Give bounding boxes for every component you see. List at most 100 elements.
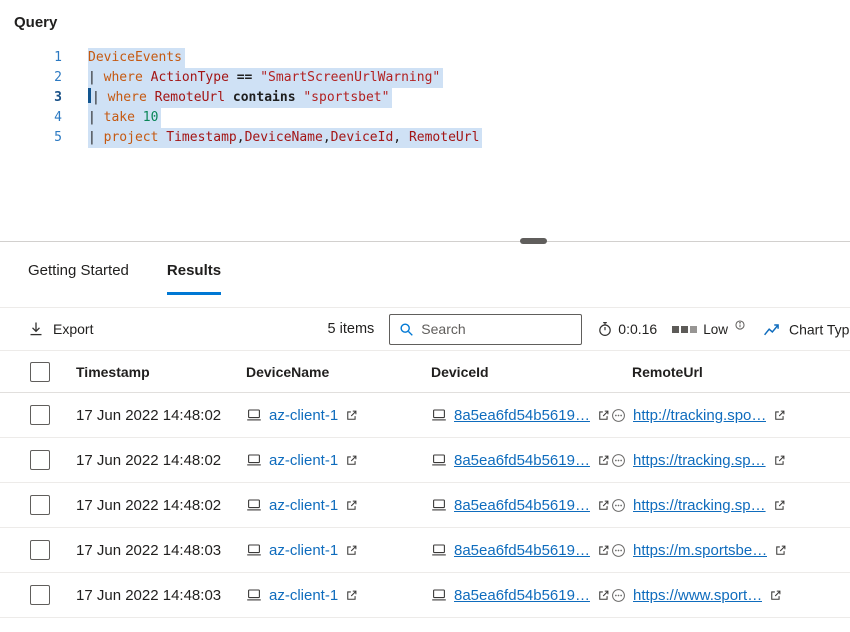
export-button[interactable]: Export bbox=[28, 321, 93, 337]
tab-results[interactable]: Results bbox=[166, 262, 222, 295]
export-label: Export bbox=[53, 321, 94, 337]
code-line[interactable]: 4 | take 10 bbox=[0, 108, 850, 128]
line-number: 4 bbox=[54, 110, 62, 125]
globe-icon bbox=[611, 588, 626, 603]
table-row[interactable]: 17 Jun 2022 14:48:02 az-client-1 8a5ea6fd5… bbox=[0, 393, 850, 438]
remote-url-link[interactable]: https://tracking.sp… bbox=[633, 497, 766, 514]
open-in-new-icon[interactable] bbox=[345, 589, 358, 602]
row-checkbox[interactable] bbox=[30, 540, 50, 560]
laptop-icon bbox=[431, 452, 447, 468]
row-checkbox[interactable] bbox=[30, 405, 50, 425]
open-in-new-icon[interactable] bbox=[773, 409, 786, 422]
duration-value: 0:0.16 bbox=[618, 321, 658, 337]
device-name-link[interactable]: az-client-1 bbox=[269, 587, 338, 604]
code-line[interactable]: 3 | where RemoteUrl contains "sportsbet" bbox=[0, 88, 850, 108]
table-header: Timestamp DeviceName DeviceId RemoteUrl bbox=[0, 351, 850, 393]
globe-icon bbox=[611, 498, 626, 513]
laptop-icon bbox=[246, 452, 262, 468]
table-row[interactable]: 17 Jun 2022 14:48:03 az-client-1 8a5ea6fd5… bbox=[0, 573, 850, 618]
device-id-link[interactable]: 8a5ea6fd54b5619… bbox=[454, 497, 590, 514]
laptop-icon bbox=[431, 587, 447, 603]
query-duration: 0:0.16 bbox=[597, 321, 657, 337]
open-in-new-icon[interactable] bbox=[597, 499, 610, 512]
query-editor-section: Query 1 DeviceEvents 2 | where ActionType =… bbox=[0, 0, 850, 244]
globe-icon bbox=[611, 453, 626, 468]
search-input[interactable] bbox=[421, 321, 573, 337]
code-line[interactable]: 1 DeviceEvents bbox=[0, 48, 850, 68]
row-checkbox[interactable] bbox=[30, 585, 50, 605]
timestamp-value: 17 Jun 2022 14:48:02 bbox=[76, 496, 222, 514]
line-number: 5 bbox=[54, 130, 62, 145]
device-id-link[interactable]: 8a5ea6fd54b5619… bbox=[454, 587, 590, 604]
timestamp-value: 17 Jun 2022 14:48:03 bbox=[76, 586, 222, 604]
open-in-new-icon[interactable] bbox=[769, 589, 782, 602]
open-in-new-icon[interactable] bbox=[773, 499, 786, 512]
open-in-new-icon[interactable] bbox=[773, 454, 786, 467]
chart-type-label: Chart Type bbox=[789, 321, 850, 337]
open-in-new-icon[interactable] bbox=[345, 409, 358, 422]
remote-url-link[interactable]: https://tracking.sp… bbox=[633, 452, 766, 469]
laptop-icon bbox=[246, 407, 262, 423]
table-row[interactable]: 17 Jun 2022 14:48:02 az-client-1 8a5ea6fd5… bbox=[0, 438, 850, 483]
table-row[interactable]: 17 Jun 2022 14:48:03 az-client-1 8a5ea6fd5… bbox=[0, 528, 850, 573]
select-all-checkbox[interactable] bbox=[30, 361, 50, 382]
items-count: 5 items bbox=[327, 321, 375, 337]
open-in-new-icon[interactable] bbox=[597, 544, 610, 557]
remote-url-link[interactable]: http://tracking.spo… bbox=[633, 407, 766, 424]
column-header-timestamp[interactable]: Timestamp bbox=[76, 364, 246, 380]
results-tabs: Getting Started Results bbox=[0, 242, 850, 295]
laptop-icon bbox=[246, 497, 262, 513]
device-id-link[interactable]: 8a5ea6fd54b5619… bbox=[454, 542, 590, 559]
column-header-remoteurl[interactable]: RemoteUrl bbox=[611, 364, 850, 380]
device-name-link[interactable]: az-client-1 bbox=[269, 497, 338, 514]
code-line[interactable]: 5 | project Timestamp,DeviceName,DeviceId… bbox=[0, 128, 850, 148]
open-in-new-icon[interactable] bbox=[597, 454, 610, 467]
results-toolbar: Export 5 items 0:0.16 Low Chart Type bbox=[0, 307, 850, 351]
query-section-title: Query bbox=[14, 14, 58, 31]
line-number: 1 bbox=[54, 50, 62, 65]
globe-icon bbox=[611, 408, 626, 423]
laptop-icon bbox=[431, 542, 447, 558]
device-name-link[interactable]: az-client-1 bbox=[269, 407, 338, 424]
open-in-new-icon[interactable] bbox=[345, 499, 358, 512]
kql-code-editor[interactable]: 1 DeviceEvents 2 | where ActionType == "Sma… bbox=[0, 48, 850, 148]
column-header-deviceid[interactable]: DeviceId bbox=[431, 364, 611, 380]
laptop-icon bbox=[246, 542, 262, 558]
results-table-body: 17 Jun 2022 14:48:02 az-client-1 8a5ea6fd5… bbox=[0, 393, 850, 618]
resource-usage-indicator: Low bbox=[672, 319, 745, 339]
device-id-link[interactable]: 8a5ea6fd54b5619… bbox=[454, 407, 590, 424]
code-line[interactable]: 2 | where ActionType == "SmartScreenUrlWa… bbox=[0, 68, 850, 88]
laptop-icon bbox=[246, 587, 262, 603]
line-chart-icon bbox=[763, 321, 780, 338]
device-id-link[interactable]: 8a5ea6fd54b5619… bbox=[454, 452, 590, 469]
laptop-icon bbox=[431, 407, 447, 423]
open-in-new-icon[interactable] bbox=[774, 544, 787, 557]
row-checkbox[interactable] bbox=[30, 495, 50, 515]
info-icon[interactable] bbox=[735, 319, 745, 330]
table-row[interactable]: 17 Jun 2022 14:48:02 az-client-1 8a5ea6fd5… bbox=[0, 483, 850, 528]
open-in-new-icon[interactable] bbox=[345, 544, 358, 557]
column-header-devicename[interactable]: DeviceName bbox=[246, 364, 431, 380]
device-name-link[interactable]: az-client-1 bbox=[269, 542, 338, 559]
chart-type-button[interactable]: Chart Type bbox=[763, 321, 850, 338]
stopwatch-icon bbox=[597, 321, 613, 337]
globe-icon bbox=[611, 543, 626, 558]
line-number: 2 bbox=[54, 70, 62, 85]
panel-resize-handle[interactable] bbox=[520, 238, 547, 244]
open-in-new-icon[interactable] bbox=[597, 409, 610, 422]
row-checkbox[interactable] bbox=[30, 450, 50, 470]
remote-url-link[interactable]: https://www.sport… bbox=[633, 587, 762, 604]
remote-url-link[interactable]: https://m.sportsbe… bbox=[633, 542, 767, 559]
open-in-new-icon[interactable] bbox=[345, 454, 358, 467]
device-name-link[interactable]: az-client-1 bbox=[269, 452, 338, 469]
tab-getting-started[interactable]: Getting Started bbox=[28, 262, 129, 295]
advanced-hunting-panel: Query 1 DeviceEvents 2 | where ActionType =… bbox=[0, 0, 850, 632]
open-in-new-icon[interactable] bbox=[597, 589, 610, 602]
text-cursor bbox=[88, 88, 91, 103]
search-icon bbox=[399, 322, 414, 337]
line-number: 3 bbox=[54, 90, 62, 105]
search-box[interactable] bbox=[389, 313, 583, 345]
timestamp-value: 17 Jun 2022 14:48:03 bbox=[76, 541, 222, 559]
timestamp-value: 17 Jun 2022 14:48:02 bbox=[76, 406, 222, 424]
laptop-icon bbox=[431, 497, 447, 513]
